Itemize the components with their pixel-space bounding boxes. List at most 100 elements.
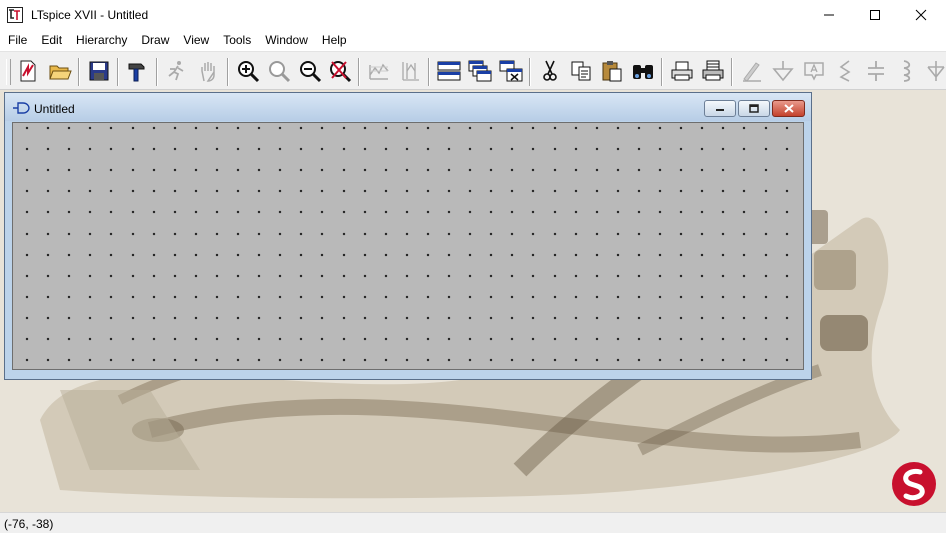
- label-net-icon: [804, 62, 824, 81]
- copy-button[interactable]: [567, 57, 595, 85]
- menu-edit[interactable]: Edit: [34, 30, 69, 51]
- app-logo-icon: [7, 7, 23, 23]
- zoom-in-icon: [238, 61, 260, 83]
- close-all-windows-button[interactable]: [497, 57, 525, 85]
- print-icon: [702, 60, 724, 81]
- cut-icon: [543, 60, 557, 81]
- toolbar-separator: [117, 58, 119, 86]
- close-icon: [915, 9, 927, 21]
- copy-icon: [571, 61, 591, 81]
- cascade-windows-icon: [468, 60, 492, 82]
- find-binoculars-icon: [633, 65, 653, 79]
- menu-tools[interactable]: Tools: [216, 30, 258, 51]
- paste-icon: [602, 61, 622, 82]
- zoom-fit-icon: [269, 61, 291, 83]
- menu-view[interactable]: View: [176, 30, 216, 51]
- toolbar-separator: [227, 58, 229, 86]
- diode-button: [922, 57, 946, 85]
- print-preview-button[interactable]: [668, 57, 696, 85]
- cursor-coordinates: (-76, -38): [4, 517, 54, 531]
- title-bar: LTspice XVII - Untitled: [0, 0, 946, 30]
- tile-button[interactable]: [435, 57, 463, 85]
- maximize-icon: [870, 10, 880, 20]
- menu-help[interactable]: Help: [315, 30, 354, 51]
- tile-windows-icon: [437, 61, 461, 81]
- child-close-button[interactable]: [772, 100, 805, 117]
- status-bar: (-76, -38): [0, 512, 946, 533]
- close-button[interactable]: [898, 0, 944, 30]
- resistor-icon: [839, 60, 851, 82]
- run-icon: [168, 61, 184, 81]
- menu-draw[interactable]: Draw: [134, 30, 176, 51]
- schematic-window[interactable]: Untitled: [4, 92, 812, 380]
- minimize-icon: [716, 108, 724, 111]
- zoom-fit-button[interactable]: [265, 57, 293, 85]
- toolbar-separator: [661, 58, 663, 86]
- toolbar-separator: [78, 58, 80, 86]
- schematic-window-title: Untitled: [34, 102, 75, 116]
- toolbar-separator: [156, 58, 158, 86]
- toolbar-separator: [731, 58, 733, 86]
- restore-icon: [749, 104, 759, 113]
- print-button[interactable]: [699, 57, 727, 85]
- minimize-icon: [824, 14, 834, 16]
- draw-wire-icon: [743, 62, 761, 82]
- ground-button: [769, 57, 797, 85]
- halt-hand-icon: [201, 62, 215, 82]
- child-restore-button[interactable]: [738, 100, 770, 117]
- cut-button[interactable]: [536, 57, 564, 85]
- watermark-logo: [892, 462, 936, 506]
- control-panel-hammer-icon: [128, 63, 145, 82]
- menu-file[interactable]: File: [0, 30, 34, 51]
- draw-wire-button: [738, 57, 766, 85]
- menu-window[interactable]: Window: [258, 30, 315, 51]
- toolbar-grip[interactable]: [6, 59, 11, 85]
- save-button[interactable]: [85, 57, 113, 85]
- toolbar-separator: [428, 58, 430, 86]
- control-panel-button[interactable]: [124, 57, 152, 85]
- minimize-button[interactable]: [806, 0, 852, 30]
- zoom-cancel-button[interactable]: [326, 57, 354, 85]
- schematic-canvas[interactable]: [12, 122, 804, 370]
- resistor-button: [831, 57, 859, 85]
- save-icon: [89, 61, 109, 81]
- zoom-out-icon: [300, 61, 322, 83]
- label-net-button: [800, 57, 828, 85]
- schematic-window-titlebar[interactable]: Untitled: [5, 93, 811, 121]
- autorange-button: [365, 57, 393, 85]
- maximize-button[interactable]: [852, 0, 898, 30]
- close-icon: [783, 104, 794, 113]
- new-schematic-button[interactable]: [14, 57, 42, 85]
- zoom-in-button[interactable]: [234, 57, 262, 85]
- open-button[interactable]: [46, 57, 74, 85]
- autorange-icon: [369, 63, 389, 80]
- toolbar-separator: [529, 58, 531, 86]
- zoom-out-button[interactable]: [296, 57, 324, 85]
- find-button[interactable]: [629, 57, 657, 85]
- child-minimize-button[interactable]: [704, 100, 736, 117]
- halt-button: [195, 57, 223, 85]
- vertical-autorange-button: [396, 57, 424, 85]
- zoom-cancel-icon: [330, 61, 352, 83]
- capacitor-icon: [868, 61, 884, 81]
- diode-icon: [927, 61, 945, 81]
- close-all-windows-icon: [499, 60, 523, 82]
- window-title: LTspice XVII - Untitled: [31, 8, 149, 22]
- toolbar-separator: [358, 58, 360, 86]
- inductor-icon: [903, 60, 911, 82]
- cascade-button[interactable]: [466, 57, 494, 85]
- paste-button[interactable]: [598, 57, 626, 85]
- vertical-autorange-icon: [402, 62, 419, 81]
- inductor-button: [893, 57, 921, 85]
- ground-icon: [772, 61, 794, 82]
- open-folder-icon: [49, 65, 72, 80]
- menu-hierarchy[interactable]: Hierarchy: [69, 30, 134, 51]
- schematic-grid: [13, 123, 803, 369]
- schematic-doc-icon: [13, 102, 30, 114]
- menu-bar: File Edit Hierarchy Draw View Tools Wind…: [0, 30, 946, 51]
- run-button: [163, 57, 191, 85]
- capacitor-button: [862, 57, 890, 85]
- new-schematic-icon: [20, 60, 36, 82]
- print-preview-icon: [671, 61, 693, 81]
- toolbar: [0, 51, 946, 90]
